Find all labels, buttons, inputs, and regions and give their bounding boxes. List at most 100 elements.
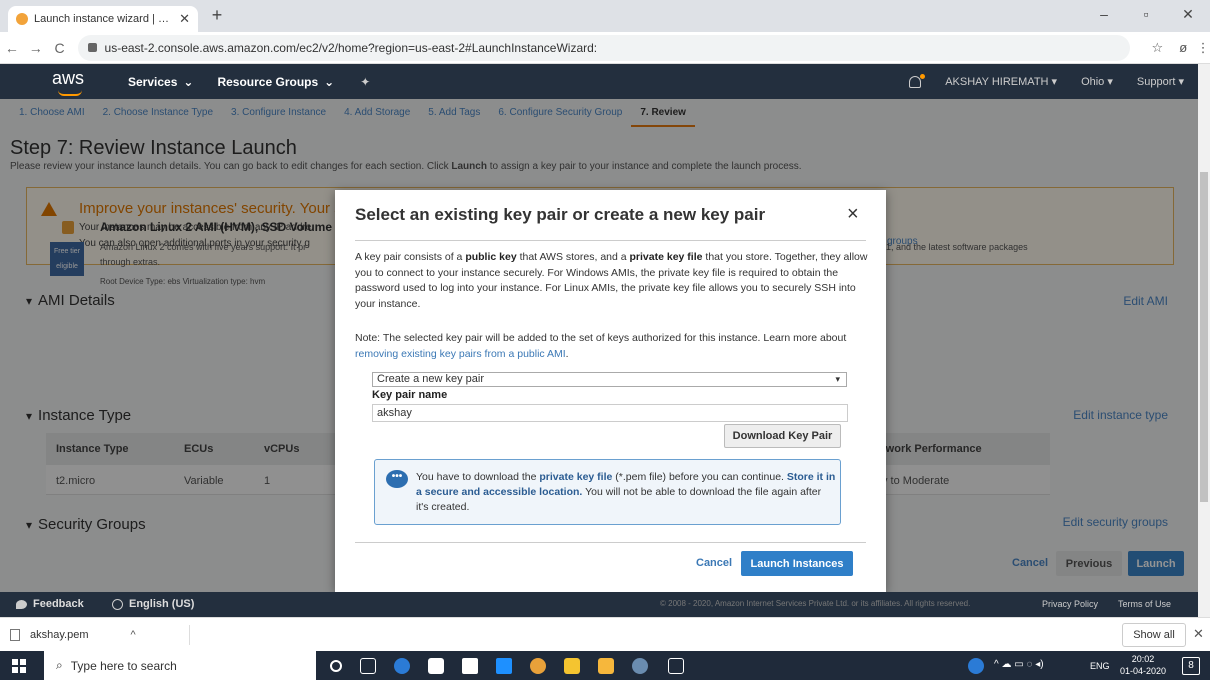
file-icon [10, 629, 20, 641]
browser-tab[interactable]: Launch instance wizard | EC2 Ma ✕ [8, 6, 198, 32]
page-scrollbar[interactable] [1198, 64, 1210, 617]
text-bold: private key file [629, 251, 703, 263]
support-menu[interactable]: Support ▾ [1137, 75, 1184, 88]
chrome-icon[interactable] [530, 658, 546, 674]
chevron-down-icon: ⌄ [324, 74, 335, 89]
task-view-icon[interactable] [360, 658, 376, 674]
text: (*.pem file) before you can continue. [612, 471, 787, 483]
key-pair-modal: Select an existing key pair or create a … [335, 190, 886, 592]
text: Note: The selected key pair will be adde… [355, 332, 847, 344]
modal-divider [355, 542, 866, 543]
key-pair-action-select[interactable]: Create a new key pair [372, 372, 847, 387]
photos-icon[interactable] [668, 658, 684, 674]
region-menu[interactable]: Ohio ▾ [1081, 75, 1113, 88]
chrome-active-icon[interactable] [632, 658, 648, 674]
clock[interactable]: 20:02 01-04-2020 [1120, 653, 1166, 677]
chevron-up-icon[interactable]: ^ [131, 629, 136, 641]
tray-icons[interactable]: ^ ☁ ▭ ◌ ◂) [994, 659, 1044, 670]
pin-icon[interactable]: ✦ [360, 75, 370, 89]
key-pair-explanation: A key pair consists of a public key that… [355, 250, 870, 312]
menu-dots-icon[interactable]: ⋮ [1196, 40, 1210, 56]
show-all-button[interactable]: Show all [1122, 623, 1186, 647]
modal-cancel-link[interactable]: Cancel [696, 557, 732, 569]
close-icon[interactable]: × [847, 203, 859, 226]
resource-groups-menu[interactable]: Resource Groups ⌄ [217, 75, 334, 89]
console-footer: Feedback English (US) © 2008 - 2020, Ama… [0, 592, 1198, 617]
cortana-icon[interactable] [330, 660, 342, 672]
region-name: Ohio [1081, 76, 1105, 88]
key-pair-note: Note: The selected key pair will be adde… [355, 331, 870, 362]
feedback-icon [16, 599, 27, 609]
launch-instances-button[interactable]: Launch Instances [741, 551, 853, 576]
file-explorer-icon[interactable] [598, 658, 614, 674]
text-bold: private key file [539, 471, 613, 483]
taskbar-search-input[interactable]: ⌕ Type here to search [44, 651, 316, 680]
store-icon[interactable] [564, 658, 580, 674]
user-menu[interactable]: AKSHAY HIREMATH ▾ [945, 75, 1057, 88]
notification-dot [920, 73, 926, 79]
lock-icon [87, 43, 97, 52]
feedback-label: Feedback [33, 598, 84, 610]
windows-start-icon[interactable] [12, 659, 26, 673]
text: . [565, 347, 569, 360]
aws-favicon-icon [16, 13, 28, 25]
services-label: Services [128, 74, 178, 89]
dropbox-icon[interactable] [462, 658, 478, 674]
bookmark-star-icon[interactable]: ☆ [1144, 40, 1170, 56]
extension-icon[interactable]: ø [1170, 40, 1196, 55]
resource-groups-label: Resource Groups [217, 74, 319, 89]
app-icon[interactable] [496, 658, 512, 674]
search-placeholder: Type here to search [70, 658, 177, 673]
help-icon[interactable] [968, 658, 984, 674]
aws-logo[interactable]: aws [52, 68, 92, 96]
info-text: You have to download the private key fil… [416, 470, 836, 515]
globe-icon [112, 598, 123, 610]
bell-icon[interactable] [909, 73, 926, 88]
chat-info-icon: ••• [386, 470, 408, 488]
minimize-icon[interactable]: – [1086, 6, 1122, 22]
notification-center-icon[interactable]: 8 [1182, 657, 1200, 675]
back-icon[interactable]: ← [0, 40, 24, 56]
feedback-link[interactable]: Feedback [16, 598, 84, 610]
download-shelf: akshay.pem ^ Show all ✕ [0, 617, 1210, 651]
maximize-icon[interactable]: ▫ [1128, 6, 1164, 22]
reload-icon[interactable]: C [48, 40, 72, 56]
download-item[interactable]: akshay.pem ^ [10, 625, 190, 645]
privacy-policy-link[interactable]: Privacy Policy [1042, 599, 1098, 609]
url-text: us-east-2.console.aws.amazon.com/ec2/v2/… [104, 40, 598, 55]
text: A key pair consists of a [355, 251, 466, 263]
url-field[interactable]: us-east-2.console.aws.amazon.com/ec2/v2/… [77, 34, 1131, 61]
remove-key-pairs-link[interactable]: removing existing key pairs from a publi… [355, 348, 566, 360]
forward-icon[interactable]: → [24, 40, 48, 56]
navbar-right: AKSHAY HIREMATH ▾ Ohio ▾ Support ▾ [909, 73, 1184, 88]
download-key-pair-button[interactable]: Download Key Pair [724, 424, 841, 448]
mail-icon[interactable] [428, 658, 444, 674]
language-selector[interactable]: English (US) [112, 598, 194, 610]
search-icon: ⌕ [56, 658, 63, 672]
close-icon[interactable]: ✕ [1193, 626, 1204, 642]
window-close-icon[interactable]: ✕ [1170, 6, 1206, 23]
copyright-text: © 2008 - 2020, Amazon Internet Services … [660, 599, 971, 608]
language-indicator[interactable]: ENG [1090, 661, 1110, 671]
language-label: English (US) [129, 598, 195, 610]
download-filename: akshay.pem [30, 629, 89, 641]
windows-taskbar: ⌕ Type here to search ^ ☁ ▭ ◌ ◂) ENG 20:… [0, 651, 1210, 680]
text-bold: public key [465, 251, 517, 263]
text: that AWS stores, and a [516, 251, 630, 263]
terms-of-use-link[interactable]: Terms of Use [1118, 599, 1171, 609]
services-menu[interactable]: Services ⌄ [128, 75, 193, 89]
scrollbar-thumb[interactable] [1200, 172, 1208, 502]
support-label: Support [1136, 76, 1176, 88]
edge-icon[interactable] [394, 658, 410, 674]
modal-title: Select an existing key pair or create a … [355, 205, 766, 224]
new-tab-button[interactable]: + [206, 5, 228, 26]
text: You have to download the [416, 471, 540, 483]
info-box: ••• You have to download the private key… [374, 459, 841, 525]
chevron-down-icon: ⌄ [183, 74, 194, 89]
browser-tab-strip: Launch instance wizard | EC2 Ma ✕ + – ▫ … [0, 0, 1210, 32]
key-pair-name-input[interactable]: akshay [372, 404, 848, 422]
tab-title: Launch instance wizard | EC2 Ma [34, 13, 174, 25]
key-pair-name-label: Key pair name [372, 389, 448, 401]
address-bar: ← → C us-east-2.console.aws.amazon.com/e… [0, 32, 1210, 64]
tab-close-icon[interactable]: ✕ [179, 11, 190, 27]
